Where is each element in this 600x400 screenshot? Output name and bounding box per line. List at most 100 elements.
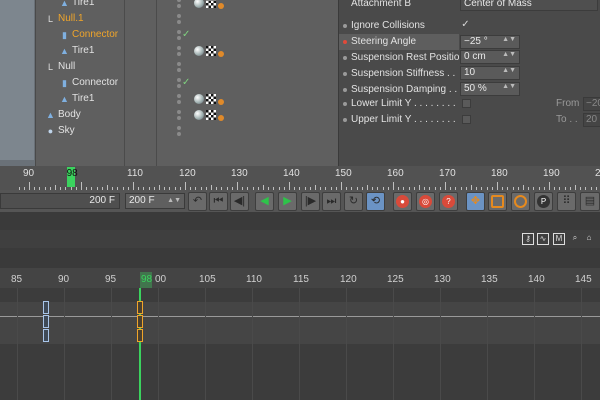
material-tag-icon[interactable] bbox=[194, 94, 204, 104]
texture-tag-icon[interactable] bbox=[206, 94, 216, 104]
object-tags[interactable] bbox=[194, 94, 244, 106]
attachment-dropdown[interactable]: Center of Mass bbox=[460, 0, 598, 11]
loop-mode-button[interactable]: ⟲ bbox=[366, 192, 385, 211]
key-icon[interactable]: ⚷ bbox=[522, 233, 534, 245]
enabled-check-icon[interactable]: ✓ bbox=[182, 77, 190, 88]
autokey-button[interactable]: ◎ bbox=[416, 192, 435, 211]
object-name[interactable]: Null.1 bbox=[58, 13, 84, 24]
rotation-key-button[interactable] bbox=[511, 192, 530, 211]
next-key-button[interactable]: |▶ bbox=[301, 192, 320, 211]
object-tags[interactable] bbox=[194, 110, 244, 122]
stiffness-field[interactable]: 10 ▲▼ bbox=[460, 66, 520, 80]
play-forwards-button[interactable]: ▶ bbox=[278, 192, 297, 211]
keyframe-selected[interactable] bbox=[137, 315, 143, 328]
to-field[interactable]: 20 bbox=[583, 113, 600, 127]
enabled-check-icon[interactable]: ✓ bbox=[182, 29, 190, 40]
keyframe-selection-button[interactable]: ? bbox=[439, 192, 458, 211]
timeline-ruler[interactable]: 85 90 95 98 00 105 110 115 120 125 130 135 140 145 bbox=[0, 268, 600, 288]
search-icon[interactable]: ⌕ bbox=[569, 233, 581, 245]
object-name[interactable]: Tire1 bbox=[72, 45, 94, 56]
object-row[interactable]: L Null.1 bbox=[36, 12, 338, 28]
object-name[interactable]: Tire1 bbox=[72, 0, 94, 8]
keyframe-dot[interactable] bbox=[343, 118, 347, 122]
visibility-dots-icon[interactable] bbox=[177, 14, 183, 26]
visibility-dots-icon[interactable] bbox=[177, 46, 183, 58]
object-name[interactable]: Sky bbox=[58, 125, 75, 136]
keyframe-dot[interactable] bbox=[343, 72, 347, 76]
object-row[interactable]: ▲ Tire1 bbox=[36, 92, 338, 108]
play-backwards-button[interactable]: ◀ bbox=[255, 192, 274, 211]
visibility-dots-icon[interactable] bbox=[177, 0, 183, 10]
go-to-end-button[interactable]: ⏭ bbox=[322, 192, 341, 211]
dynamics-tag-icon[interactable] bbox=[218, 99, 224, 105]
from-field[interactable]: −20 bbox=[583, 97, 600, 111]
keyframe-selected[interactable] bbox=[137, 301, 143, 314]
object-row[interactable]: ▲ Tire1 bbox=[36, 0, 338, 12]
ignore-collisions-checkbox[interactable]: ✓ bbox=[460, 20, 471, 31]
object-tags[interactable] bbox=[194, 0, 244, 10]
steering-keyframe-dot[interactable] bbox=[343, 40, 347, 44]
keyframe[interactable] bbox=[43, 329, 49, 342]
object-row[interactable]: ● Sky bbox=[36, 124, 338, 140]
keyframe[interactable] bbox=[43, 301, 49, 314]
preview-min-field[interactable]: 200 F bbox=[0, 193, 120, 209]
frame-ruler[interactable]: 90 98 110 120 130 140 150 160 170 180 190 200 bbox=[0, 166, 600, 190]
rest-position-value: 0 cm bbox=[464, 51, 486, 62]
point-level-button[interactable]: ⠿ bbox=[557, 192, 576, 211]
lower-limit-checkbox[interactable] bbox=[462, 99, 471, 108]
motion-icon[interactable]: M bbox=[553, 233, 565, 245]
position-key-button[interactable]: ✥ bbox=[466, 192, 485, 211]
stepper-arrows-icon[interactable]: ▲▼ bbox=[502, 67, 516, 74]
loop-button[interactable]: ↻ bbox=[344, 192, 363, 211]
texture-tag-icon[interactable] bbox=[206, 0, 216, 8]
material-tag-icon[interactable] bbox=[194, 0, 204, 8]
object-row[interactable]: ▮ Connector ✓ bbox=[36, 28, 338, 44]
upper-limit-checkbox[interactable] bbox=[462, 115, 471, 124]
previous-key-button[interactable]: ◀| bbox=[230, 192, 249, 211]
record-button[interactable]: ● bbox=[393, 192, 412, 211]
object-name[interactable]: Tire1 bbox=[72, 93, 94, 104]
stepper-arrows-icon[interactable]: ▲▼ bbox=[502, 36, 516, 43]
object-row[interactable]: L Null bbox=[36, 60, 338, 76]
object-row[interactable]: ▲ Body bbox=[36, 108, 338, 124]
keyframe-dot[interactable] bbox=[343, 88, 347, 92]
damping-field[interactable]: 50 % ▲▼ bbox=[460, 82, 520, 96]
object-name[interactable]: Connector bbox=[72, 29, 118, 40]
undo-view-button[interactable]: ↶ bbox=[188, 192, 207, 211]
parameter-key-button[interactable]: P bbox=[534, 192, 553, 211]
visibility-dots-icon[interactable] bbox=[177, 126, 183, 138]
curve-icon[interactable]: ∿ bbox=[537, 233, 549, 245]
dynamics-tag-icon[interactable] bbox=[218, 3, 224, 9]
dynamics-tag-icon[interactable] bbox=[218, 115, 224, 121]
rest-position-field[interactable]: 0 cm ▲▼ bbox=[460, 50, 520, 64]
object-row[interactable]: ▲ Tire1 bbox=[36, 44, 338, 60]
scale-key-button[interactable] bbox=[488, 192, 507, 211]
stepper-arrows-icon[interactable]: ▲▼ bbox=[167, 194, 181, 208]
preview-max-field[interactable]: 200 F ▲▼ bbox=[125, 193, 185, 209]
home-icon[interactable]: ⌂ bbox=[583, 233, 595, 245]
keyframe-dot[interactable] bbox=[343, 56, 347, 60]
object-name[interactable]: Connector bbox=[72, 77, 118, 88]
object-tags[interactable] bbox=[194, 46, 244, 58]
object-row[interactable]: ▮ Connector ✓ bbox=[36, 76, 338, 92]
texture-tag-icon[interactable] bbox=[206, 46, 216, 56]
visibility-dots-icon[interactable] bbox=[177, 110, 183, 122]
steering-angle-field[interactable]: −25 ° ▲▼ bbox=[460, 35, 520, 49]
visibility-dots-icon[interactable] bbox=[177, 62, 183, 74]
keyframe-selected[interactable] bbox=[137, 329, 143, 342]
go-to-start-button[interactable]: ⏮ bbox=[209, 192, 228, 211]
keyframe[interactable] bbox=[43, 315, 49, 328]
texture-tag-icon[interactable] bbox=[206, 110, 216, 120]
visibility-dots-icon[interactable] bbox=[177, 94, 183, 106]
dynamics-tag-icon[interactable] bbox=[218, 51, 224, 57]
keyframe-dot[interactable] bbox=[343, 102, 347, 106]
stepper-arrows-icon[interactable]: ▲▼ bbox=[502, 51, 516, 58]
keyframe-dot[interactable] bbox=[343, 24, 347, 28]
extra-button[interactable]: ▤ bbox=[580, 192, 600, 211]
material-tag-icon[interactable] bbox=[194, 46, 204, 56]
material-tag-icon[interactable] bbox=[194, 110, 204, 120]
object-name[interactable]: Null bbox=[58, 61, 75, 72]
scale-icon bbox=[491, 194, 504, 208]
object-name[interactable]: Body bbox=[58, 109, 81, 120]
stepper-arrows-icon[interactable]: ▲▼ bbox=[502, 83, 516, 90]
